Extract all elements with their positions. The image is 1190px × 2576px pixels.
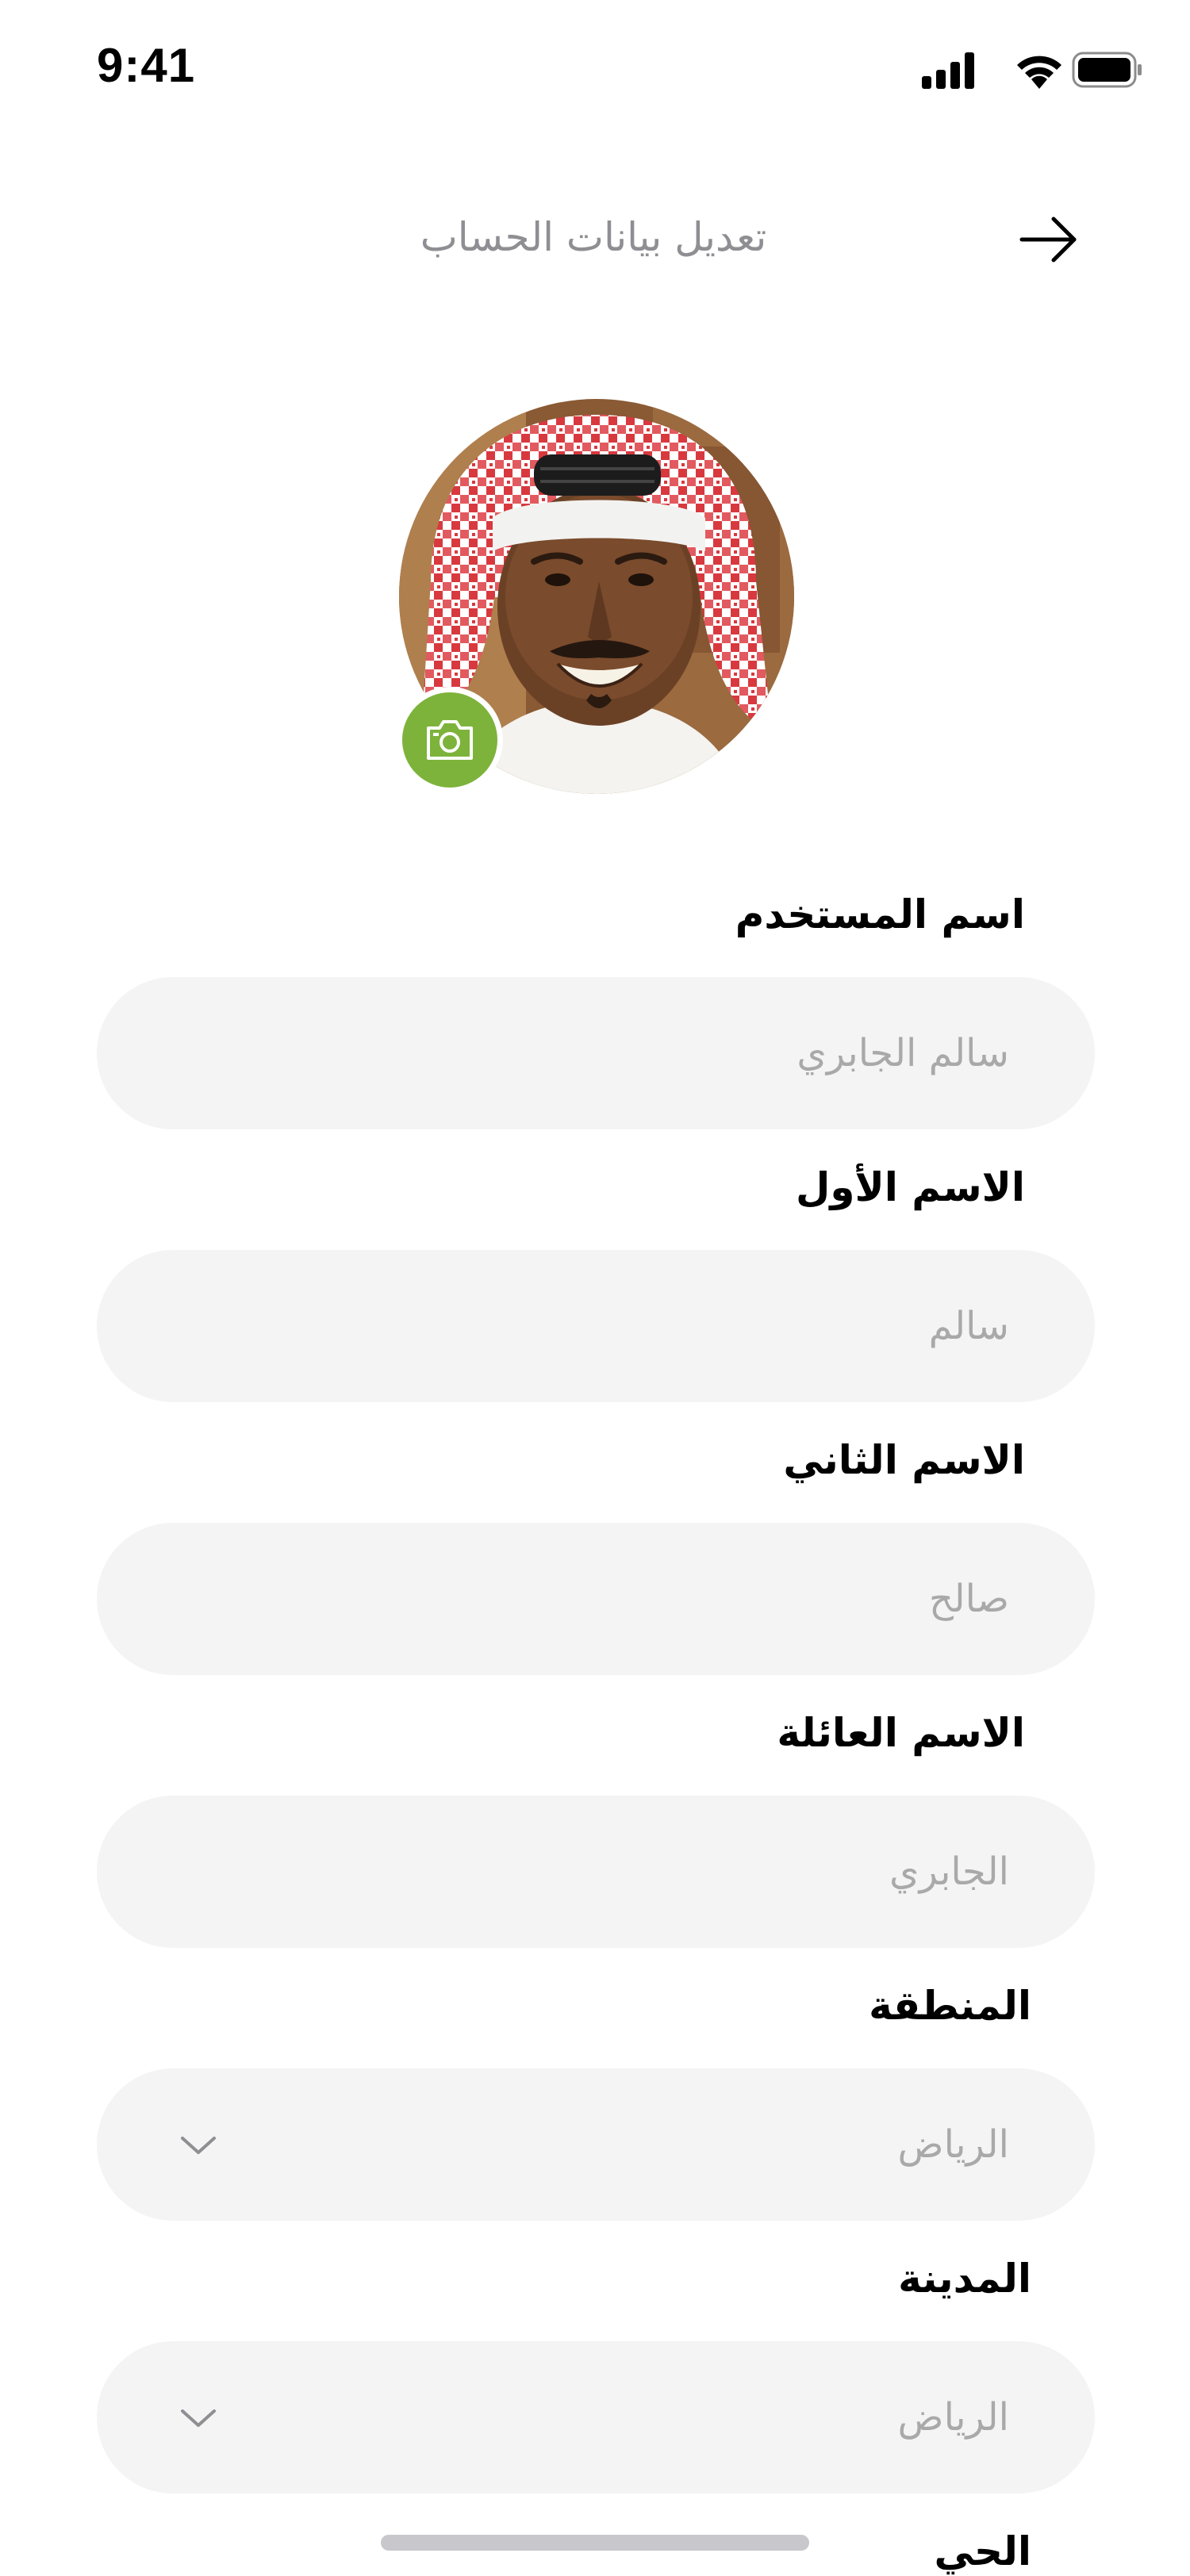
city-label: المدينة: [898, 2256, 1031, 2302]
status-time: 9:41: [97, 39, 196, 92]
district-label: الحي: [934, 2528, 1031, 2574]
region-select[interactable]: الرياض: [97, 2068, 1095, 2221]
change-photo-button[interactable]: [397, 687, 503, 793]
wifi-icon: [1017, 56, 1061, 89]
chevron-down-icon: [181, 2137, 216, 2154]
second-name-label: الاسم الثاني: [783, 1437, 1025, 1483]
first-name-value: سالم: [928, 1304, 1009, 1348]
city-value: الرياض: [897, 2395, 1009, 2440]
home-indicator: [381, 2535, 809, 2551]
first-name-input[interactable]: سالم: [97, 1250, 1095, 1402]
battery-icon: [1072, 52, 1142, 88]
second-name-input[interactable]: صالح: [97, 1523, 1095, 1675]
arrow-right-icon: [1019, 217, 1077, 263]
first-name-label: الاسم الأول: [796, 1164, 1025, 1210]
page-title: تعديل بيانات الحساب: [420, 214, 767, 260]
region-value: الرياض: [897, 2122, 1009, 2167]
username-value: سالم الجابري: [797, 1031, 1009, 1075]
cellular-signal-icon: [922, 52, 974, 89]
camera-icon: [427, 720, 473, 760]
city-select[interactable]: الرياض: [97, 2341, 1095, 2494]
region-label: المنطقة: [869, 1983, 1031, 2029]
family-name-label: الاسم العائلة: [777, 1710, 1025, 1756]
family-name-input[interactable]: الجابري: [97, 1796, 1095, 1948]
username-input[interactable]: سالم الجابري: [97, 977, 1095, 1129]
second-name-value: صالح: [929, 1577, 1009, 1621]
chevron-down-icon: [181, 2409, 216, 2427]
family-name-value: الجابري: [889, 1850, 1009, 1894]
status-icons: [922, 46, 1144, 94]
back-button[interactable]: [1017, 208, 1081, 271]
username-label: اسم المستخدم: [735, 891, 1025, 937]
